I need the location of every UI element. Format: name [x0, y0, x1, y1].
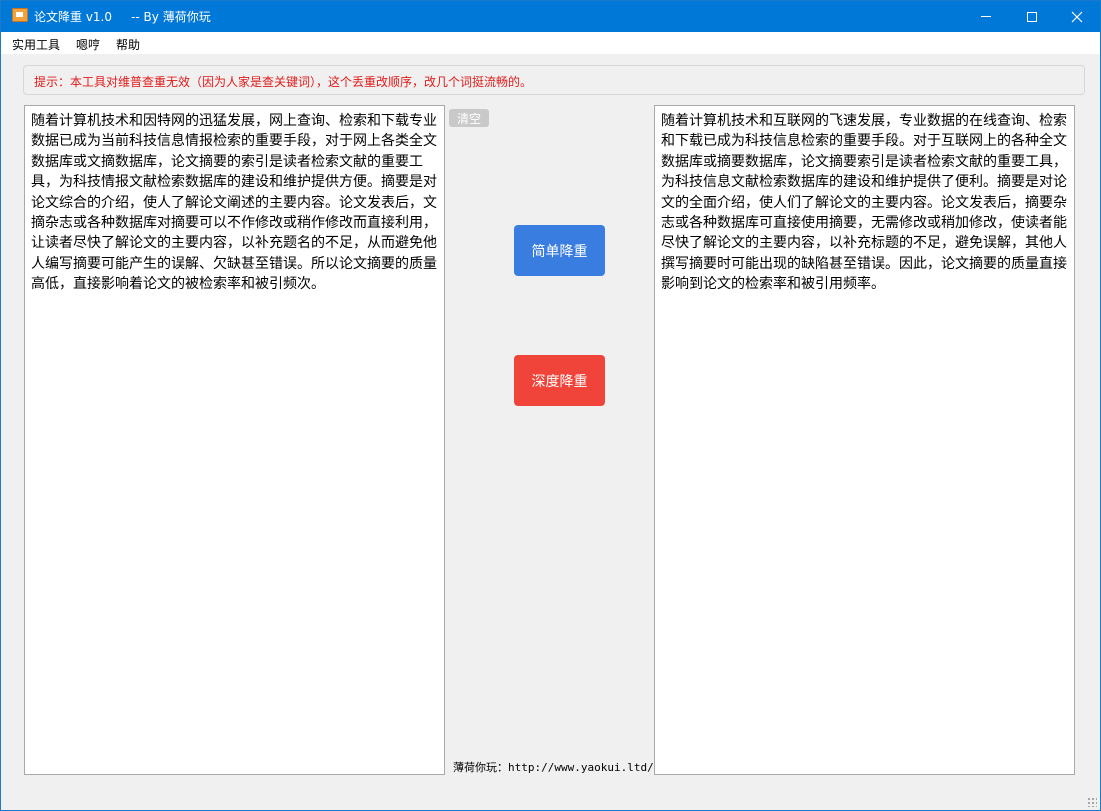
deep-rewrite-button[interactable]: 深度降重 [514, 355, 605, 406]
minimize-button[interactable] [963, 1, 1009, 32]
footer-link[interactable]: 薄荷你玩：http://www.yaokui.ltd/ [453, 759, 654, 775]
title-bar[interactable]: 论文降重 v1.0 -- By 薄荷你玩 [1, 1, 1100, 32]
footer-label: 薄荷你玩： [453, 761, 508, 774]
footer-url[interactable]: http://www.yaokui.ltd/ [508, 761, 654, 774]
resize-grip-icon[interactable] [1087, 797, 1097, 807]
minimize-icon [981, 16, 991, 17]
close-button[interactable] [1054, 1, 1100, 32]
simple-rewrite-button[interactable]: 简单降重 [514, 225, 605, 276]
menu-bar: 实用工具 嗯哼 帮助 [1, 32, 1100, 54]
app-icon [12, 8, 28, 22]
close-icon [1071, 11, 1083, 22]
menu-tools[interactable]: 实用工具 [12, 36, 60, 53]
window-title: 论文降重 v1.0 -- By 薄荷你玩 [34, 10, 211, 24]
maximize-button[interactable] [1009, 1, 1055, 32]
clear-button[interactable]: 清空 [449, 109, 489, 127]
maximize-icon [1027, 11, 1037, 22]
menu-help[interactable]: 帮助 [116, 36, 140, 53]
output-textarea[interactable]: 随着计算机技术和互联网的飞速发展，专业数据的在线查询、检索和下载已成为科技信息检… [654, 105, 1075, 775]
hint-text: 提示：本工具对维普查重无效（因为人家是查关键词），这个丢重改顺序，改几个词挺流畅… [34, 75, 533, 89]
input-textarea[interactable]: 随着计算机技术和因特网的迅猛发展，网上查询、检索和下载专业数据已成为当前科技信息… [24, 105, 445, 775]
hint-box: 提示：本工具对维普查重无效（因为人家是查关键词），这个丢重改顺序，改几个词挺流畅… [23, 65, 1085, 95]
app-window: 论文降重 v1.0 -- By 薄荷你玩 实用工具 嗯哼 帮助 提示：本工具对维… [0, 0, 1101, 811]
menu-enheng[interactable]: 嗯哼 [76, 36, 100, 53]
